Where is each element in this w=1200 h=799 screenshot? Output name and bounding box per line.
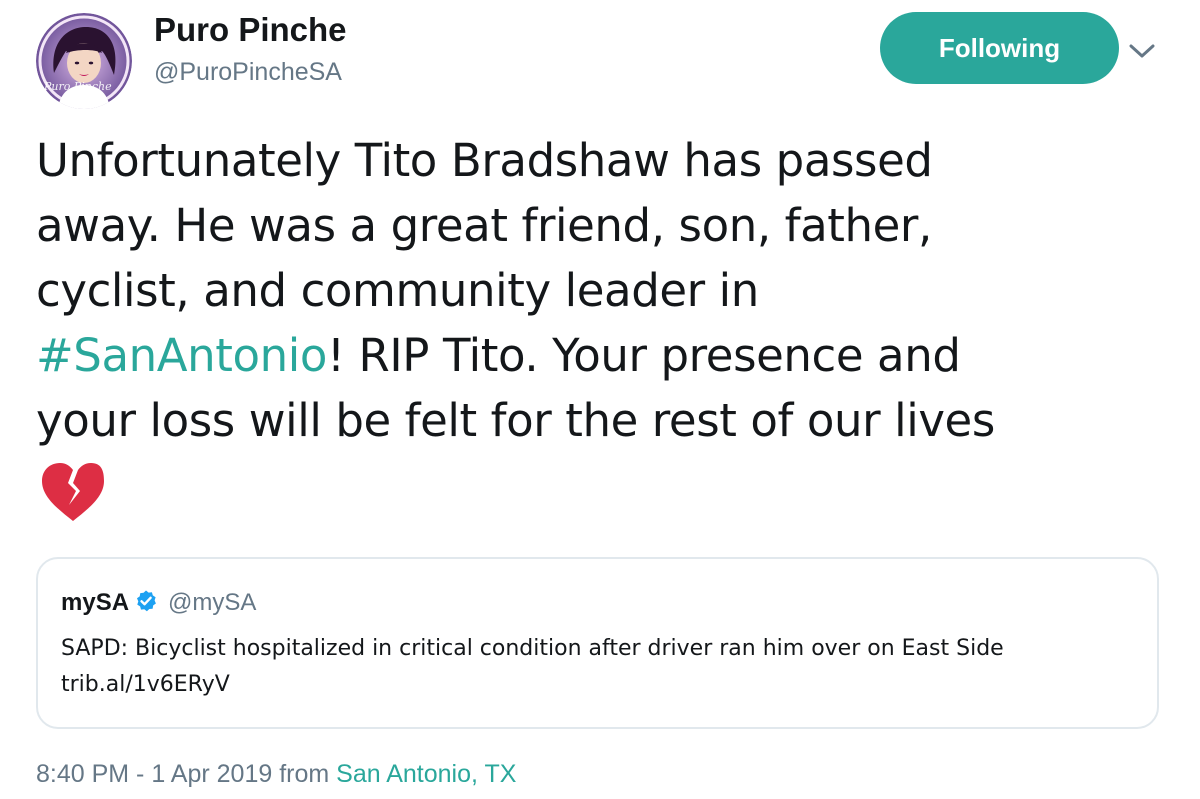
emoji-line [36,453,1176,521]
following-button[interactable]: Following [880,12,1119,84]
author-block[interactable]: Puro Pinche @PuroPincheSA [154,10,347,88]
tweet-line: away. He was a great friend, son, father… [36,199,932,252]
quoted-tweet-link[interactable]: trib.al/1v6ERyV [61,667,230,703]
tweet-line: Unfortunately Tito Bradshaw has passed [36,134,933,187]
quoted-author-name: mySA [61,589,130,616]
hashtag-link[interactable]: #SanAntonio [36,329,327,382]
quoted-tweet[interactable]: mySA @mySA SAPD: Bicyclist hospitalized … [36,557,1159,729]
avatar-signature: Puro Pinche [44,80,112,93]
author-display-name[interactable]: Puro Pinche [154,10,347,50]
broken-heart-icon [42,463,104,521]
tweet-card: Puro Pinche Puro Pinche @PuroPincheSA Fo… [0,0,1200,799]
tweet-text: Unfortunately Tito Bradshaw has passed a… [36,128,1176,521]
tweet-line: cyclist, and community leader in [36,264,759,317]
quoted-author-handle: @mySA [168,589,257,616]
chevron-down-icon [1129,44,1155,58]
avatar-image [36,13,132,109]
from-label: from [279,760,330,788]
verified-badge-icon [134,589,158,617]
author-handle[interactable]: @PuroPincheSA [154,56,347,88]
tweet-meta: 8:40 PM - 1 Apr 2019 from San Antonio, T… [36,757,516,791]
tweet-line: your loss will be felt for the rest of o… [36,394,995,447]
tweet-text-fragment: ! RIP Tito. Your presence and [327,329,961,382]
more-options-caret[interactable] [1126,38,1158,64]
tweet-timestamp[interactable]: 8:40 PM - 1 Apr 2019 [36,760,272,788]
location-link[interactable]: San Antonio, TX [336,760,516,788]
tweet-line: #SanAntonio! RIP Tito. Your presence and [36,323,1176,388]
quoted-tweet-header: mySA @mySA [61,589,256,617]
quoted-tweet-text: SAPD: Bicyclist hospitalized in critical… [61,636,1004,661]
avatar[interactable] [36,13,132,109]
